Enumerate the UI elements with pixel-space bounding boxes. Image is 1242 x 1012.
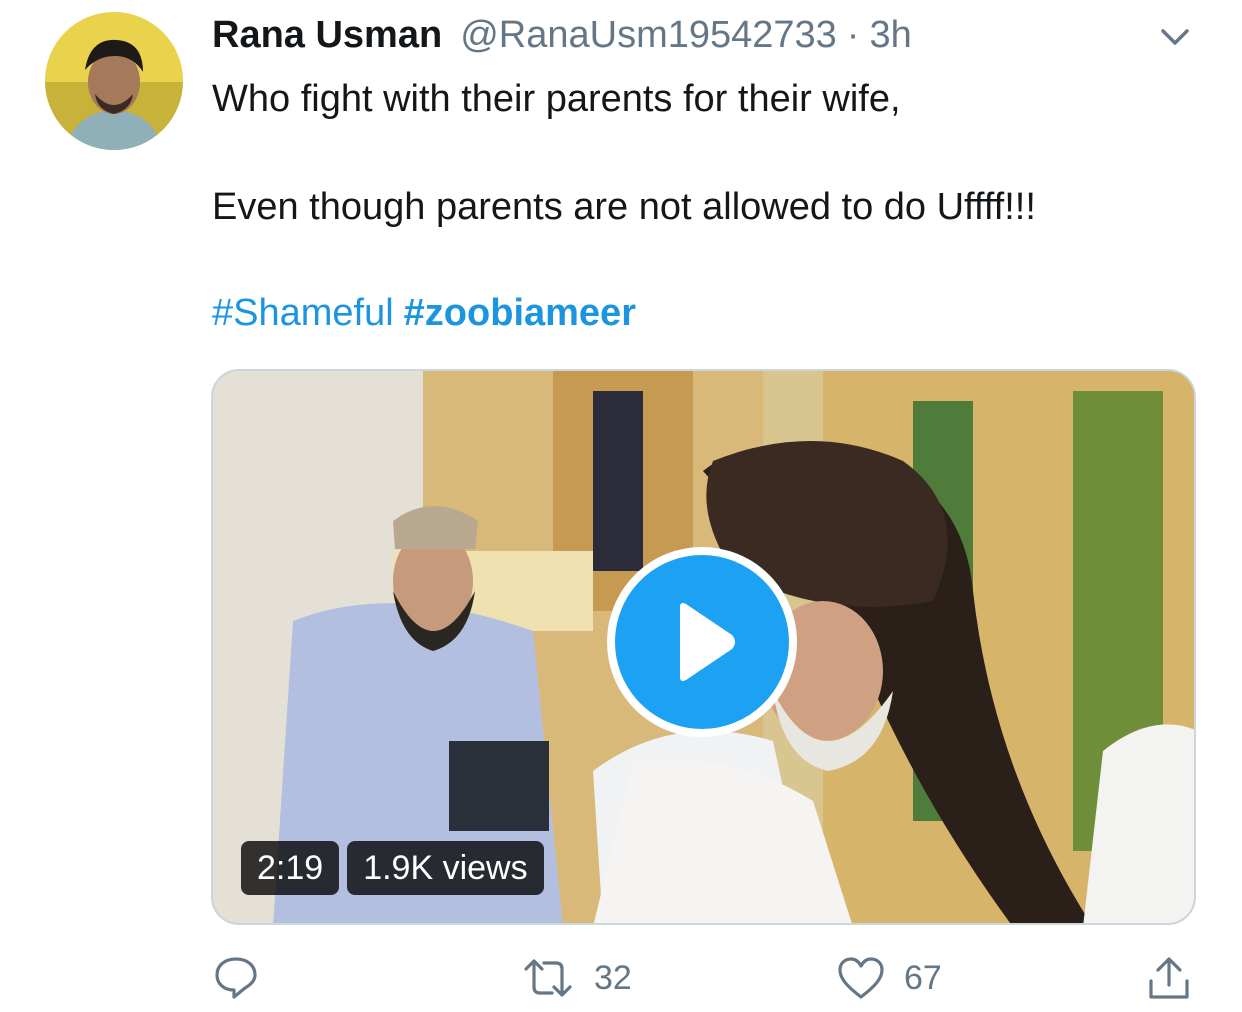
video-duration: 2:19 [241, 841, 340, 895]
reply-icon [215, 957, 257, 999]
video-player[interactable]: 2:19 1.9K views [211, 369, 1196, 925]
heart-icon [838, 957, 884, 999]
share-icon [1149, 957, 1189, 999]
tweet-text-line-2: Even though parents are not allowed to d… [212, 186, 1036, 228]
like-action[interactable]: 67 [836, 955, 942, 1001]
chevron-down-icon[interactable] [1155, 22, 1195, 52]
author-handle[interactable]: @RanaUsm19542733 [460, 14, 837, 57]
video-info-badges: 2:19 1.9K views [241, 841, 544, 895]
retweet-icon [524, 959, 572, 997]
video-views: 1.9K views [347, 841, 544, 895]
hashtags: #Shameful #zoobiameer [212, 292, 636, 335]
reply-action[interactable] [212, 955, 260, 1001]
retweet-action[interactable]: 32 [520, 955, 632, 1001]
play-icon [680, 603, 735, 681]
hashtag-zoobiameer[interactable]: #zoobiameer [404, 292, 636, 334]
retweet-count: 32 [594, 958, 632, 997]
tweet-actions: 32 67 [0, 955, 1242, 1005]
tweet-header: Rana Usman @RanaUsm19542733 · 3h [212, 14, 912, 64]
avatar-image [45, 12, 183, 150]
share-action[interactable] [1146, 955, 1192, 1003]
author-name[interactable]: Rana Usman [212, 14, 442, 57]
separator-dot: · [846, 14, 860, 56]
author-avatar[interactable] [45, 12, 183, 150]
hashtag-shameful[interactable]: #Shameful [212, 292, 394, 334]
play-button[interactable] [607, 547, 797, 737]
tweet-text-line-1: Who fight with their parents for their w… [212, 78, 901, 120]
tweet-timestamp[interactable]: 3h [869, 14, 911, 57]
like-count: 67 [904, 958, 942, 997]
